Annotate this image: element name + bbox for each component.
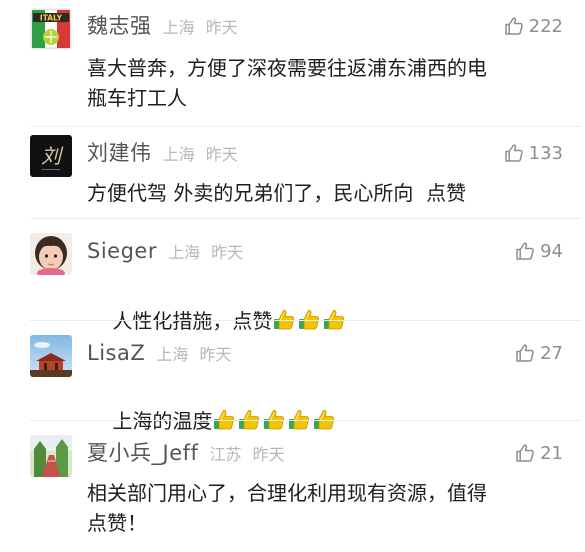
comment-meta: LisaZ 上海 昨天 bbox=[87, 339, 231, 367]
divider bbox=[30, 218, 581, 219]
avatar[interactable] bbox=[30, 435, 72, 477]
timestamp: 昨天 bbox=[205, 145, 238, 164]
divider bbox=[30, 420, 581, 421]
username[interactable]: 刘建伟 bbox=[87, 141, 152, 165]
timestamp: 昨天 bbox=[199, 345, 232, 364]
thumbs-up-emoji-icon bbox=[274, 309, 295, 330]
thumbs-up-emoji-icon bbox=[314, 409, 335, 430]
location: 上海 bbox=[162, 145, 195, 164]
avatar[interactable] bbox=[30, 233, 72, 275]
comment-meta: 魏志强 上海 昨天 bbox=[87, 12, 238, 40]
comment-meta: 夏小兵_Jeff 江苏 昨天 bbox=[87, 439, 285, 467]
thumbs-up-icon bbox=[516, 242, 534, 260]
comment-meta: Sieger 上海 昨天 bbox=[87, 237, 243, 265]
comment-text: 喜大普奔，方便了深夜需要往返浦东浦西的电 瓶车打工人 bbox=[87, 56, 487, 110]
thumbs-up-icon bbox=[504, 17, 523, 35]
thumbs-up-emoji-icon bbox=[214, 409, 235, 430]
like-count: 222 bbox=[528, 15, 563, 37]
thumbs-up-emoji-icon bbox=[264, 409, 285, 430]
thumbs-up-emoji-icon bbox=[289, 409, 310, 430]
thumbs-up-emoji-icon bbox=[324, 309, 345, 330]
username[interactable]: Sieger bbox=[87, 239, 157, 263]
like-count: 94 bbox=[540, 240, 563, 262]
timestamp: 昨天 bbox=[205, 18, 238, 37]
like-button[interactable]: 94 bbox=[515, 238, 563, 264]
like-count: 133 bbox=[528, 142, 563, 164]
location: 江苏 bbox=[209, 445, 242, 464]
comment-text-body: 人性化措施，点赞 bbox=[112, 309, 273, 333]
emoji-row bbox=[212, 407, 336, 431]
comment-text: 方便代驾 外卖的兄弟们了，民心所向 点赞 bbox=[87, 181, 467, 205]
thumbs-up-icon bbox=[516, 344, 534, 362]
thumbs-up-icon bbox=[504, 144, 523, 162]
like-button[interactable]: 21 bbox=[515, 440, 563, 466]
thumbs-up-emoji-icon bbox=[239, 409, 260, 430]
username[interactable]: 魏志强 bbox=[87, 14, 152, 38]
location: 上海 bbox=[156, 345, 189, 364]
thumbs-up-emoji-icon bbox=[299, 309, 320, 330]
location: 上海 bbox=[162, 18, 195, 37]
divider bbox=[30, 320, 581, 321]
comment-text-body: 上海的温度 bbox=[112, 409, 213, 433]
username[interactable]: 夏小兵_Jeff bbox=[87, 441, 198, 465]
like-count: 21 bbox=[540, 442, 563, 464]
timestamp: 昨天 bbox=[211, 243, 244, 262]
avatar[interactable]: ITALY bbox=[30, 8, 72, 50]
thumbs-up-icon bbox=[516, 444, 534, 462]
divider bbox=[30, 126, 581, 127]
timestamp: 昨天 bbox=[252, 445, 285, 464]
like-button[interactable]: 27 bbox=[515, 340, 563, 366]
avatar[interactable] bbox=[30, 335, 72, 377]
svg-text:刘: 刘 bbox=[41, 144, 64, 168]
location: 上海 bbox=[168, 243, 201, 262]
svg-text:ITALY: ITALY bbox=[40, 14, 63, 23]
avatar[interactable]: 刘 bbox=[30, 135, 72, 177]
comment-meta: 刘建伟 上海 昨天 bbox=[87, 139, 238, 167]
comment-text: 相关部门用心了，合理化利用现有资源，值得 点赞！ bbox=[87, 481, 487, 535]
like-count: 27 bbox=[540, 342, 563, 364]
emoji-row bbox=[272, 307, 346, 331]
username[interactable]: LisaZ bbox=[87, 341, 145, 365]
like-button[interactable]: 222 bbox=[504, 13, 563, 39]
like-button[interactable]: 133 bbox=[504, 140, 563, 166]
